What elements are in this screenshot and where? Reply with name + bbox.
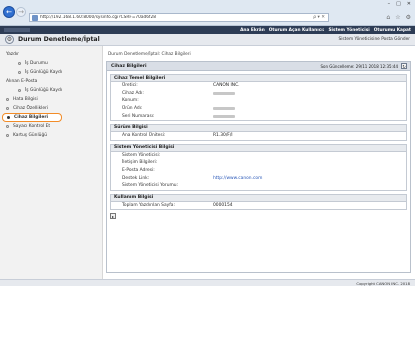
info-row: Seri Numarası: [111, 112, 406, 120]
bullet-icon [18, 62, 21, 65]
sidebar-item-device-features[interactable]: Cihaz Özellikleri [0, 104, 102, 113]
back-arrow-icon[interactable]: ← [3, 6, 15, 18]
bullet-icon [6, 125, 9, 128]
info-row: Ürün Adı: [111, 105, 406, 113]
top-header-bar: Ana Ekrân Oturum Açan Kullanıcı: Sistem … [0, 26, 415, 34]
bullet-icon [6, 107, 9, 110]
basic-info-section: Cihaz Temel Bilgileri Üretici: CANON INC.… [110, 74, 407, 121]
page-icon [32, 14, 38, 21]
copyright-text: Copyright CANON INC. 2018 [356, 280, 410, 286]
page-titlebar: ⚙ Durum Denetleme/İptal Sistem Yöneticis… [0, 34, 415, 46]
sidebar-item-device-info[interactable]: Cihaz Bilgileri [2, 113, 62, 122]
main-content: Durum Denetleme/İptal: Cihaz Bilgileri C… [103, 46, 415, 279]
sidebar-item-check-counter[interactable]: Sayacı Kontrol Et [0, 122, 102, 131]
last-updated: Son Güncelleme: 29/11 2018 12:35:44 ↻ [320, 63, 407, 69]
row-label: Üretici: [122, 83, 138, 89]
favorites-star-icon[interactable]: ☆ [395, 14, 400, 21]
row-label: Konum: [122, 98, 139, 104]
sidebar-item-error-info[interactable]: Hata Bilgisi [0, 95, 102, 104]
bullet-icon [18, 71, 21, 74]
home-link[interactable]: Ana Ekrân [240, 28, 265, 33]
info-row: Destek Link: http://www.canon.com [111, 174, 406, 182]
row-label: Ana Kontrol Ünitesi: [122, 133, 166, 139]
sidebar-item-email-job-log[interactable]: İş Günlüğü Kaydı [0, 86, 102, 95]
browser-toolbar: ⌂ ☆ ⚙ [386, 14, 411, 21]
bullet-icon [6, 134, 9, 137]
usage-info-section: Kullanım Bilgisi Toplam Yazdırılan Sayfa… [110, 193, 407, 211]
maximize-icon[interactable]: □ [396, 1, 401, 7]
info-row: Cihaz Adı: [111, 90, 406, 98]
row-label: E-Posta Adresi: [122, 168, 155, 174]
minimize-icon[interactable]: – [388, 1, 391, 7]
status-monitor-icon: ⚙ [5, 35, 14, 44]
row-label: Sistem Yöneticisi Yorumu: [122, 183, 179, 189]
bullet-icon [6, 98, 9, 101]
device-info-panel: Cihaz Bilgileri Son Güncelleme: 29/11 20… [106, 61, 411, 273]
device-name-logo [4, 28, 30, 32]
row-label: İletişim Bilgileri: [122, 160, 158, 166]
section-title: Cihaz Temel Bilgileri [111, 75, 406, 82]
url-text[interactable]: http://192.168.1.60:8000/sysinfo.cgi?CSR… [40, 15, 313, 20]
footer: Copyright CANON INC. 2018 [0, 279, 415, 286]
sidebar-item-print-job-log[interactable]: İş Günlüğü Kaydı [0, 68, 102, 77]
row-value: R1.30/F/I [213, 133, 233, 139]
row-label: Toplam Yazdırılan Sayfa: [122, 202, 175, 208]
row-value: 0000154 [213, 202, 233, 208]
address-bar[interactable]: http://192.168.1.60:8000/sysinfo.cgi?CSR… [29, 13, 329, 22]
section-title: Sürüm Bilgisi [111, 124, 406, 132]
row-value: CANON INC. [213, 83, 240, 89]
info-row: E-Posta Adresi: [111, 167, 406, 175]
bullet-icon [18, 89, 21, 92]
redacted-value [213, 114, 235, 118]
row-label: Ürün Adı: [122, 106, 143, 112]
sidebar: Yazdır İş Durumu İş Günlüğü Kaydı Alınan… [0, 46, 103, 279]
row-label: Destek Link: [122, 175, 150, 181]
info-row: Ana Kontrol Ünitesi: R1.30/F/I [111, 132, 406, 140]
bullet-icon [7, 116, 10, 119]
info-row: Üretici: CANON INC. [111, 82, 406, 90]
page-title: Durum Denetleme/İptal [18, 36, 100, 43]
sidebar-heading-received-email: Alınan E-Posta [6, 79, 38, 84]
last-updated-text: Son Güncelleme: 29/11 2018 12:35:44 [320, 63, 399, 69]
logout-link[interactable]: Oturumu Kapat [374, 28, 411, 33]
logged-in-user-name: Sistem Yöneticisi [328, 27, 370, 33]
row-label: Seri Numarası: [122, 113, 155, 119]
close-window-icon[interactable]: ✕ [407, 1, 411, 7]
settings-gear-icon[interactable]: ⚙ [406, 14, 411, 21]
sidebar-heading-print: Yazdır [6, 52, 19, 57]
sidebar-item-cartridge-log[interactable]: Kartuş Günlüğü [0, 131, 102, 140]
info-row: İletişim Bilgileri: [111, 159, 406, 167]
browser-chrome: ← → http://192.168.1.60:8000/sysinfo.cgi… [0, 0, 415, 26]
info-row: Sistem Yöneticisi: [111, 152, 406, 160]
forward-arrow-icon[interactable]: → [16, 7, 26, 17]
address-tools-icons[interactable]: ρ ▾ ✕ [313, 15, 328, 20]
section-title: Kullanım Bilgisi [111, 194, 406, 202]
info-row: Sistem Yöneticisi Yorumu: [111, 182, 406, 190]
refresh-icon[interactable]: ↻ [401, 63, 407, 69]
mail-admin-link[interactable]: Sistem Yöneticisine Posta Gönder [339, 37, 411, 42]
breadcrumb: Durum Denetleme/İptal: Cihaz Bilgileri [108, 52, 191, 57]
sidebar-item-job-status[interactable]: İş Durumu [0, 59, 102, 68]
logged-in-user-label: Oturum Açan Kullanıcı: [268, 27, 325, 33]
redacted-value [213, 107, 235, 111]
admin-info-section: Sistem Yöneticisi Bilgisi Sistem Yönetic… [110, 143, 407, 191]
panel-header: Cihaz Bilgileri Son Güncelleme: 29/11 20… [107, 62, 410, 71]
home-icon[interactable]: ⌂ [386, 14, 390, 21]
panel-title: Cihaz Bilgileri [111, 63, 147, 69]
expand-arrow-icon[interactable]: ▸ [110, 213, 116, 220]
section-title: Sistem Yöneticisi Bilgisi [111, 144, 406, 152]
info-row: Konum: [111, 97, 406, 105]
support-link[interactable]: http://www.canon.com [213, 176, 262, 181]
window-controls: – □ ✕ [388, 1, 411, 7]
info-row: Toplam Yazdırılan Sayfa: 0000154 [111, 202, 406, 210]
row-label: Sistem Yöneticisi: [122, 152, 161, 158]
row-label: Cihaz Adı: [122, 90, 144, 96]
version-info-section: Sürüm Bilgisi Ana Kontrol Ünitesi: R1.30/… [110, 123, 407, 141]
redacted-value [213, 91, 235, 95]
